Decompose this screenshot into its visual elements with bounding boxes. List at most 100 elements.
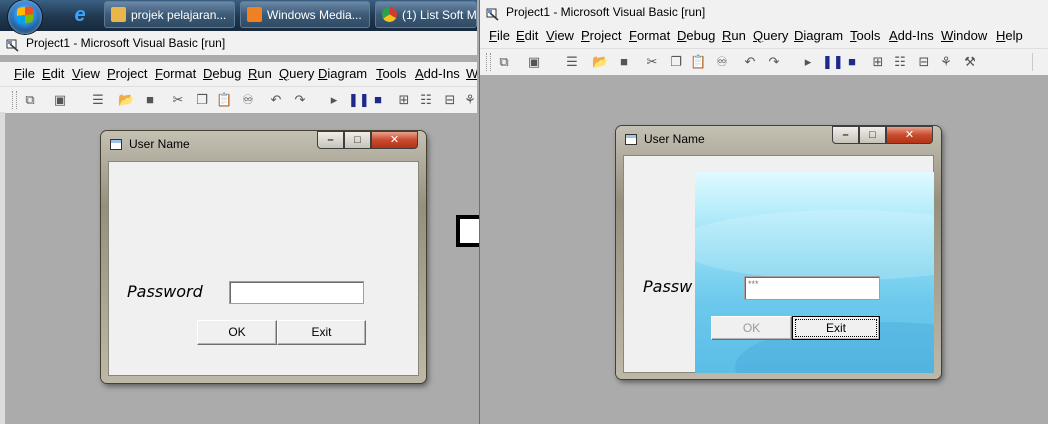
taskbar-button-chrome[interactable]: (1) List Soft M: [375, 1, 477, 28]
form-icon: [110, 139, 122, 150]
ok-button[interactable]: OK: [197, 320, 277, 345]
object-browser-icon[interactable]: ⚘: [938, 54, 954, 70]
form-title: User Name: [644, 132, 705, 146]
properties-icon[interactable]: ☷: [892, 54, 908, 70]
menu-query[interactable]: Query: [279, 66, 314, 81]
caption-buttons: – □ ✕: [317, 131, 418, 150]
menu-format[interactable]: Format: [155, 66, 196, 81]
redo-icon[interactable]: ↷: [292, 92, 308, 108]
taskbar-button-folder[interactable]: projek pelajaran...: [104, 1, 235, 28]
menu-format[interactable]: Format: [629, 28, 670, 43]
toolbar-grip[interactable]: [12, 91, 17, 109]
start-button[interactable]: [8, 0, 42, 34]
menu-file[interactable]: File: [489, 28, 510, 43]
add-project-icon[interactable]: ⧉: [496, 54, 512, 70]
menu-diagram[interactable]: Diagram: [318, 66, 367, 81]
background-image: [695, 172, 934, 373]
start-icon[interactable]: ▸: [326, 92, 342, 108]
password-input[interactable]: ***: [744, 276, 880, 300]
close-button[interactable]: ✕: [886, 126, 933, 144]
ide-toolbar: ⧉ ▣ ☰ 📂 ■ ✂ ❐ 📋 ♾ ↶ ↷ ▸ ❚❚ ■ ⊞ ☷ ⊟ ⚘ ⚒: [480, 48, 1048, 75]
break-icon[interactable]: ❚❚: [348, 92, 370, 108]
menu-debug[interactable]: Debug: [677, 28, 715, 43]
maximize-button[interactable]: □: [859, 126, 886, 144]
end-icon[interactable]: ■: [370, 92, 386, 108]
save-icon[interactable]: ■: [616, 54, 632, 70]
menu-file[interactable]: File: [14, 66, 35, 81]
undo-icon[interactable]: ↶: [268, 92, 284, 108]
undo-icon[interactable]: ↶: [742, 54, 758, 70]
copy-icon[interactable]: ❐: [194, 92, 210, 108]
project-explorer-icon[interactable]: ⊞: [396, 92, 412, 108]
taskbar-button-label: (1) List Soft M: [402, 8, 477, 22]
ide-border: [0, 112, 5, 424]
find-icon[interactable]: ♾: [714, 54, 730, 70]
toolbar-grip[interactable]: [486, 53, 491, 71]
exit-button[interactable]: Exit: [792, 316, 880, 340]
exit-button[interactable]: Exit: [277, 320, 366, 345]
menu-run[interactable]: Run: [248, 66, 272, 81]
object-browser-icon[interactable]: ⚘: [462, 92, 477, 108]
form-client-area: Password OK Exit: [108, 161, 419, 376]
find-icon[interactable]: ♾: [240, 92, 256, 108]
cut-icon[interactable]: ✂: [644, 54, 660, 70]
minimize-button[interactable]: –: [317, 131, 344, 149]
caption-buttons: – □ ✕: [832, 126, 933, 145]
ide-titlebar: Project1 - Microsoft Visual Basic [run]: [0, 31, 477, 55]
menu-project[interactable]: Project: [581, 28, 621, 43]
toolbox-icon[interactable]: ⚒: [962, 54, 978, 70]
menu-debug[interactable]: Debug: [203, 66, 241, 81]
password-label: Password: [127, 282, 203, 301]
open-icon[interactable]: 📂: [592, 54, 608, 70]
menu-window[interactable]: W: [466, 66, 477, 81]
form-client-area: Passw *** OK Exit: [623, 155, 934, 373]
ide-menubar: File Edit View Project Format Debug Run …: [480, 24, 1048, 48]
menu-query[interactable]: Query: [753, 28, 788, 43]
form-layout-icon[interactable]: ⊟: [442, 92, 458, 108]
redo-icon[interactable]: ↷: [766, 54, 782, 70]
close-button[interactable]: ✕: [371, 131, 418, 149]
ok-button[interactable]: OK: [711, 316, 792, 340]
menu-view[interactable]: View: [546, 28, 574, 43]
menu-view[interactable]: View: [72, 66, 100, 81]
add-form-icon[interactable]: ▣: [526, 54, 542, 70]
end-icon[interactable]: ■: [844, 54, 860, 70]
menu-add-ins[interactable]: Add-Ins: [889, 28, 934, 43]
menu-run[interactable]: Run: [722, 28, 746, 43]
menu-tools[interactable]: Tools: [850, 28, 880, 43]
ide-menubar: File Edit View Project Format Debug Run …: [0, 62, 477, 86]
paste-icon[interactable]: 📋: [690, 54, 706, 70]
ide-title-text: Project1 - Microsoft Visual Basic [run]: [26, 36, 226, 50]
menu-help[interactable]: Help: [996, 28, 1023, 43]
menu-edit[interactable]: Edit: [42, 66, 64, 81]
menu-edit[interactable]: Edit: [516, 28, 538, 43]
menu-editor-icon[interactable]: ☰: [564, 54, 580, 70]
password-input[interactable]: [229, 281, 364, 304]
menu-diagram[interactable]: Diagram: [794, 28, 843, 43]
maximize-button[interactable]: □: [344, 131, 371, 149]
menu-editor-icon[interactable]: ☰: [90, 92, 106, 108]
form-layout-icon[interactable]: ⊟: [916, 54, 932, 70]
internet-explorer-icon[interactable]: e: [70, 5, 90, 25]
menu-project[interactable]: Project: [107, 66, 147, 81]
chrome-icon: [382, 7, 397, 22]
menu-add-ins[interactable]: Add-Ins: [415, 66, 460, 81]
break-icon[interactable]: ❚❚: [822, 54, 844, 70]
minimize-button[interactable]: –: [832, 126, 859, 144]
copy-icon[interactable]: ❐: [668, 54, 684, 70]
properties-icon[interactable]: ☷: [418, 92, 434, 108]
project-explorer-icon[interactable]: ⊞: [870, 54, 886, 70]
taskbar: e projek pelajaran... Windows Media... (…: [0, 0, 477, 34]
add-form-icon[interactable]: ▣: [52, 92, 68, 108]
open-icon[interactable]: 📂: [118, 92, 134, 108]
add-project-icon[interactable]: ⧉: [22, 92, 38, 108]
menu-window[interactable]: Window: [941, 28, 987, 43]
login-form-before: User Name – □ ✕ Password OK Exit: [101, 131, 426, 383]
ide-title-text: Project1 - Microsoft Visual Basic [run]: [506, 5, 706, 19]
menu-tools[interactable]: Tools: [376, 66, 406, 81]
taskbar-button-media-player[interactable]: Windows Media...: [240, 1, 370, 28]
save-icon[interactable]: ■: [142, 92, 158, 108]
cut-icon[interactable]: ✂: [170, 92, 186, 108]
paste-icon[interactable]: 📋: [216, 92, 232, 108]
start-icon[interactable]: ▸: [800, 54, 816, 70]
